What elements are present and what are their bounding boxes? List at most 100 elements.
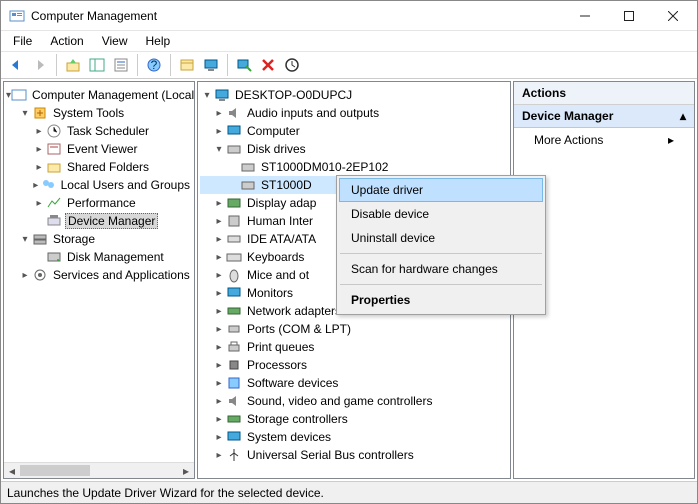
monitor-icon [226, 285, 242, 301]
titlebar: Computer Management [1, 1, 697, 31]
network-icon [226, 303, 242, 319]
expand-icon[interactable]: ▸ [32, 144, 46, 155]
context-menu: Update driver Disable device Uninstall d… [336, 175, 546, 315]
device-software[interactable]: ▸Software devices [200, 374, 508, 392]
menu-file[interactable]: File [5, 32, 40, 50]
ctx-update-driver[interactable]: Update driver [339, 178, 543, 202]
scope-tree[interactable]: ▾Computer Management (Local ▾System Tool… [4, 82, 194, 288]
toolbar-separator [56, 54, 57, 76]
scope-pane: ▾Computer Management (Local ▾System Tool… [3, 81, 195, 479]
show-hide-tree-button[interactable] [86, 54, 108, 76]
local-users-icon [40, 177, 56, 193]
tree-task-scheduler[interactable]: ▸Task Scheduler [6, 122, 192, 140]
menubar: File Action View Help [1, 31, 697, 51]
monitor-button[interactable] [200, 54, 222, 76]
tree-local-users[interactable]: ▸Local Users and Groups [6, 176, 192, 194]
scroll-left-icon[interactable]: ◂ [4, 463, 20, 478]
tree-system-tools[interactable]: ▾System Tools [6, 104, 192, 122]
disk-drive-icon [240, 177, 256, 193]
collapse-icon[interactable]: ▾ [18, 108, 32, 119]
close-button[interactable] [651, 1, 695, 31]
device-print[interactable]: ▸Print queues [200, 338, 508, 356]
properties-button[interactable] [110, 54, 132, 76]
expand-icon[interactable]: ▸ [32, 126, 46, 137]
actions-header: Actions [514, 82, 694, 105]
software-icon [226, 375, 242, 391]
tree-root[interactable]: ▾Computer Management (Local [6, 86, 192, 104]
disk-drive-icon [226, 141, 242, 157]
computer-icon [214, 87, 230, 103]
storage-controller-icon [226, 411, 242, 427]
scroll-track[interactable] [90, 463, 178, 478]
ctx-uninstall-device[interactable]: Uninstall device [339, 226, 543, 250]
audio-icon [226, 105, 242, 121]
back-button[interactable] [5, 54, 27, 76]
update-driver-button[interactable] [281, 54, 303, 76]
collapse-icon[interactable]: ▾ [200, 90, 214, 101]
expand-icon[interactable]: ▸ [32, 198, 46, 209]
processor-icon [226, 357, 242, 373]
scroll-thumb[interactable] [20, 465, 90, 476]
toolbar: ? [1, 51, 697, 79]
hid-icon [226, 213, 242, 229]
toolbar-separator [137, 54, 138, 76]
expand-icon[interactable]: ▸ [18, 270, 32, 281]
device-usb[interactable]: ▸Universal Serial Bus controllers [200, 446, 508, 464]
expand-icon[interactable]: ▸ [32, 180, 40, 191]
tree-services-apps[interactable]: ▸Services and Applications [6, 266, 192, 284]
status-text: Launches the Update Driver Wizard for th… [7, 486, 324, 500]
ports-icon [226, 321, 242, 337]
device-audio[interactable]: ▸Audio inputs and outputs [200, 104, 508, 122]
device-disk-drives[interactable]: ▾Disk drives [200, 140, 508, 158]
device-storage-ctrl[interactable]: ▸Storage controllers [200, 410, 508, 428]
mouse-icon [226, 267, 242, 283]
event-viewer-icon [46, 141, 62, 157]
tree-device-manager[interactable]: Device Manager [6, 212, 192, 230]
actions-section-label: Device Manager [522, 109, 613, 123]
device-root[interactable]: ▾DESKTOP-O0DUPCJ [200, 86, 508, 104]
device-ports[interactable]: ▸Ports (COM & LPT) [200, 320, 508, 338]
app-icon [9, 8, 25, 24]
device-computer[interactable]: ▸Computer [200, 122, 508, 140]
expand-icon[interactable]: ▸ [32, 162, 46, 173]
menu-help[interactable]: Help [138, 32, 179, 50]
maximize-button[interactable] [607, 1, 651, 31]
scroll-right-icon[interactable]: ▸ [178, 463, 194, 478]
tree-performance[interactable]: ▸Performance [6, 194, 192, 212]
horizontal-scrollbar[interactable]: ◂ ▸ [4, 462, 194, 478]
device-processors[interactable]: ▸Processors [200, 356, 508, 374]
view-button[interactable] [176, 54, 198, 76]
computer-management-icon [11, 87, 27, 103]
collapse-icon[interactable]: ▾ [212, 144, 226, 155]
device-disk1[interactable]: ST1000DM010-2EP102 [200, 158, 508, 176]
system-device-icon [226, 429, 242, 445]
tree-storage[interactable]: ▾Storage [6, 230, 192, 248]
actions-section[interactable]: Device Manager ▴ [514, 105, 694, 128]
minimize-button[interactable] [563, 1, 607, 31]
forward-button[interactable] [29, 54, 51, 76]
help-button[interactable]: ? [143, 54, 165, 76]
tree-event-viewer[interactable]: ▸Event Viewer [6, 140, 192, 158]
task-scheduler-icon [46, 123, 62, 139]
tree-shared-folders[interactable]: ▸Shared Folders [6, 158, 192, 176]
ctx-scan-hardware[interactable]: Scan for hardware changes [339, 257, 543, 281]
ctx-properties[interactable]: Properties [339, 288, 543, 312]
disk-management-icon [46, 249, 62, 265]
actions-more[interactable]: More Actions ▸ [514, 128, 694, 152]
sound-icon [226, 393, 242, 409]
menu-view[interactable]: View [94, 32, 136, 50]
delete-button[interactable] [257, 54, 279, 76]
ctx-disable-device[interactable]: Disable device [339, 202, 543, 226]
device-system[interactable]: ▸System devices [200, 428, 508, 446]
tree-disk-management[interactable]: Disk Management [6, 248, 192, 266]
performance-icon [46, 195, 62, 211]
printer-icon [226, 339, 242, 355]
collapse-icon[interactable]: ▾ [18, 234, 32, 245]
menu-action[interactable]: Action [42, 32, 91, 50]
up-one-level-button[interactable] [62, 54, 84, 76]
scan-hardware-button[interactable] [233, 54, 255, 76]
system-tools-icon [32, 105, 48, 121]
toolbar-separator [170, 54, 171, 76]
device-sound[interactable]: ▸Sound, video and game controllers [200, 392, 508, 410]
statusbar: Launches the Update Driver Wizard for th… [1, 481, 697, 503]
